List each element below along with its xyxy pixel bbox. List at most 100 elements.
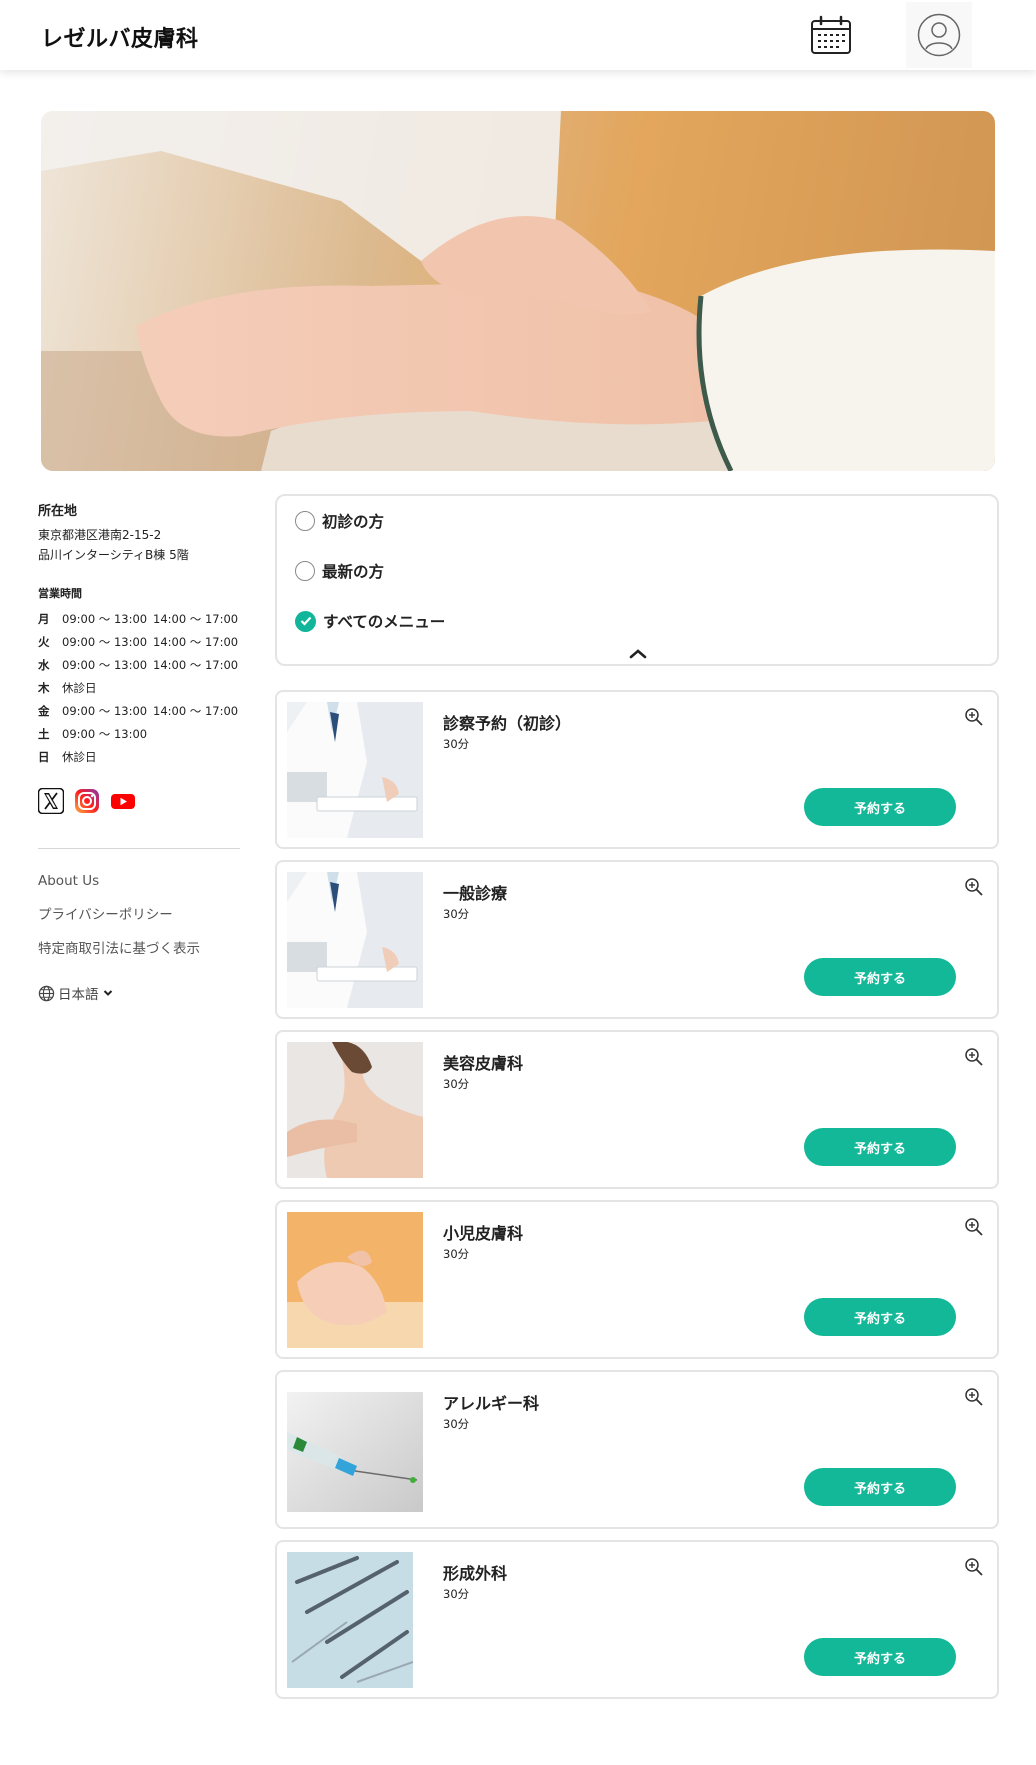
menu-thumbnail (287, 1392, 423, 1512)
filter-option-latest[interactable]: 最新の方 (295, 560, 384, 582)
language-label: 日本語 (58, 987, 99, 1003)
radio-unchecked-icon (295, 561, 315, 581)
hours-day: 日 (38, 749, 50, 764)
user-account-button[interactable] (906, 2, 972, 68)
book-button[interactable]: 予約する (804, 788, 956, 826)
hours-morning: 09:00 ～ 13:00 (62, 657, 148, 672)
hours-morning: 休診日 (62, 680, 97, 695)
filter-option-all-menus[interactable]: すべてのメニュー (295, 610, 445, 632)
location-title: 所在地 (38, 504, 78, 519)
footer-links: About Us プライバシーポリシー 特定商取引法に基づく表示 (38, 871, 240, 973)
hours-row: 水 09:00 ～ 13:00 14:00 ～ 17:00 (38, 653, 240, 676)
radio-unchecked-icon (295, 511, 315, 531)
check-circle-icon (295, 610, 316, 632)
hours-row: 火 09:00 ～ 13:00 14:00 ～ 17:00 (38, 630, 240, 653)
menu-card[interactable]: 一般診療 30分 予約する (275, 860, 999, 1019)
menu-thumbnail (287, 1212, 423, 1348)
instagram-link[interactable] (74, 788, 100, 814)
app-header: レゼルバ皮膚科 (0, 0, 1036, 70)
youtube-icon (111, 794, 135, 809)
menu-title: 一般診療 (443, 884, 508, 903)
menu-title: 形成外科 (443, 1564, 508, 1583)
menu-card[interactable]: 形成外科 30分 予約する (275, 1540, 999, 1699)
menu-title: 診察予約（初診） (443, 714, 572, 733)
menu-thumbnail (287, 1552, 413, 1688)
zoom-in-icon[interactable] (964, 1387, 984, 1407)
menu-duration: 30分 (443, 1247, 470, 1261)
book-button[interactable]: 予約する (804, 1298, 956, 1336)
book-button[interactable]: 予約する (804, 1638, 956, 1676)
filter-option-label: 最新の方 (322, 563, 385, 581)
menu-thumbnail (287, 872, 423, 1008)
hours-day: 木 (38, 680, 50, 695)
hours-day: 土 (38, 726, 50, 741)
menu-card[interactable]: 美容皮膚科 30分 予約する (275, 1030, 999, 1189)
user-avatar-icon (917, 13, 961, 57)
address-line: 品川インターシティB棟 5階 (38, 548, 189, 562)
sidebar-divider (38, 848, 240, 849)
menu-duration: 30分 (443, 907, 470, 921)
hours-afternoon: 14:00 ～ 17:00 (153, 634, 239, 649)
calendar-button[interactable] (798, 2, 864, 68)
hours-morning: 09:00 ～ 13:00 (62, 611, 148, 626)
brand-title[interactable]: レゼルバ皮膚科 (41, 21, 199, 53)
hours-afternoon: 14:00 ～ 17:00 (153, 657, 239, 672)
commercial-law-link[interactable]: 特定商取引法に基づく表示 (38, 939, 240, 973)
hours-morning: 休診日 (62, 749, 97, 764)
hours-row: 日休診日 (38, 745, 240, 768)
menu-card[interactable]: 診察予約（初診） 30分 予約する (275, 690, 999, 849)
youtube-link[interactable] (110, 788, 136, 814)
filter-option-first-visit[interactable]: 初診の方 (295, 510, 384, 532)
menu-title: 美容皮膚科 (443, 1054, 524, 1073)
menu-card[interactable]: アレルギー科 30分 予約する (275, 1370, 999, 1529)
hours-day: 水 (38, 657, 50, 672)
zoom-in-icon[interactable] (964, 1047, 984, 1067)
menu-duration: 30分 (443, 1417, 470, 1431)
zoom-in-icon[interactable] (964, 1217, 984, 1237)
hours-morning: 09:00 ～ 13:00 (62, 634, 148, 649)
chevron-down-icon (103, 990, 112, 996)
filter-option-label: すべてのメニュー (323, 613, 446, 631)
about-us-link[interactable]: About Us (38, 871, 240, 905)
address-line: 東京都港区港南2-15-2 (38, 528, 162, 542)
zoom-in-icon[interactable] (964, 707, 984, 727)
globe-icon (38, 985, 55, 1001)
menu-thumbnail (287, 1042, 423, 1178)
book-button[interactable]: 予約する (804, 958, 956, 996)
hours-afternoon: 14:00 ～ 17:00 (153, 611, 239, 626)
menu-duration: 30分 (443, 1587, 470, 1601)
hours-title: 営業時間 (38, 587, 82, 600)
hours-morning: 09:00 ～ 13:00 (62, 726, 148, 741)
filter-option-label: 初診の方 (322, 513, 385, 531)
address: 東京都港区港南2-15-2 品川インターシティB棟 5階 (38, 525, 240, 565)
hours-row: 土 09:00 ～ 13:00 (38, 722, 240, 745)
hours-day: 金 (38, 703, 50, 718)
hours-row: 木休診日 (38, 676, 240, 699)
privacy-policy-link[interactable]: プライバシーポリシー (38, 905, 240, 939)
menu-filter: 初診の方 最新の方 すべてのメニュー (275, 494, 999, 666)
language-selector[interactable]: 日本語 (38, 983, 240, 1003)
zoom-in-icon[interactable] (964, 877, 984, 897)
hours-morning: 09:00 ～ 13:00 (62, 703, 148, 718)
hours-row: 月 09:00 ～ 13:00 14:00 ～ 17:00 (38, 607, 240, 630)
hours-afternoon: 14:00 ～ 17:00 (153, 703, 239, 718)
hours-day: 火 (38, 634, 50, 649)
chevron-up-icon[interactable] (625, 646, 651, 662)
x-link[interactable] (38, 788, 64, 814)
x-icon (38, 788, 64, 814)
menu-duration: 30分 (443, 737, 470, 751)
book-button[interactable]: 予約する (804, 1128, 956, 1166)
clinic-info-sidebar: 所在地 東京都港区港南2-15-2 品川インターシティB棟 5階 営業時間 月0… (38, 500, 240, 1003)
calendar-icon (811, 15, 851, 54)
menu-title: アレルギー科 (443, 1394, 540, 1413)
book-button[interactable]: 予約する (804, 1468, 956, 1506)
zoom-in-icon[interactable] (964, 1557, 984, 1577)
instagram-icon (75, 789, 99, 813)
menu-card[interactable]: 小児皮膚科 30分 予約する (275, 1200, 999, 1359)
hero-image (41, 111, 995, 471)
menu-thumbnail (287, 702, 423, 838)
menu-duration: 30分 (443, 1077, 470, 1091)
hours-row: 金 09:00 ～ 13:00 14:00 ～ 17:00 (38, 699, 240, 722)
social-links (38, 788, 240, 814)
menu-title: 小児皮膚科 (443, 1224, 524, 1243)
